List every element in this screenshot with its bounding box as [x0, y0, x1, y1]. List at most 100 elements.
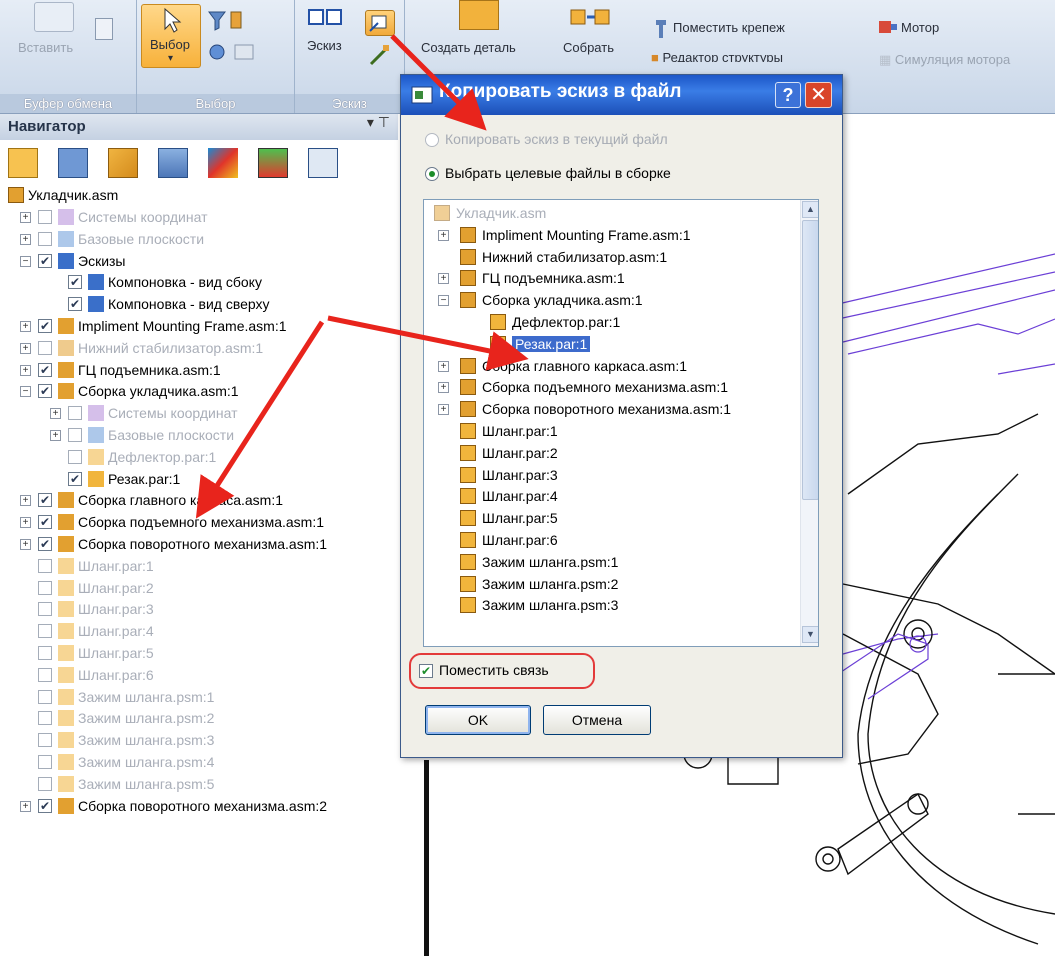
- motor-sim-button[interactable]: ▦ Симуляция мотора: [879, 52, 1010, 68]
- dialog-titlebar[interactable]: Копировать эскиз в файл ? ✕: [401, 75, 842, 115]
- assembly-icon: [58, 536, 74, 552]
- place-link-checkbox[interactable]: ✔: [419, 664, 433, 678]
- place-link-label: Поместить связь: [439, 662, 549, 678]
- motor-button[interactable]: Мотор: [901, 20, 939, 35]
- visibility-checkbox[interactable]: [38, 646, 52, 660]
- target-files-tree[interactable]: Укладчик.asm + Impliment Mounting Frame.as…: [423, 199, 819, 647]
- select-button[interactable]: Выбор ▾: [141, 4, 201, 68]
- expander-icon[interactable]: +: [438, 382, 449, 394]
- sketch-group-label: Эскиз: [295, 94, 404, 113]
- file-name: Сборка поворотного механизма.asm:1: [482, 401, 732, 418]
- visibility-checkbox[interactable]: ✔: [38, 515, 52, 530]
- expander-icon[interactable]: +: [20, 539, 31, 550]
- visibility-checkbox[interactable]: [38, 602, 52, 617]
- select-group: Выбор ▾ Выбор: [137, 0, 295, 113]
- visibility-checkbox[interactable]: ✔: [38, 362, 52, 377]
- structure-editor-button[interactable]: ■ Редактор структуры: [651, 50, 783, 62]
- expander-icon[interactable]: +: [438, 229, 449, 241]
- visibility-checkbox[interactable]: [38, 689, 52, 704]
- visibility-checkbox[interactable]: ✔: [38, 384, 52, 399]
- expander-icon[interactable]: −: [438, 295, 449, 307]
- expander-icon[interactable]: +: [20, 233, 31, 245]
- scroll-up-icon[interactable]: ▲: [802, 201, 818, 218]
- expander-icon[interactable]: +: [50, 430, 61, 441]
- file-name: Шланг.par:4: [482, 488, 558, 505]
- sketch-tool-icon[interactable]: [367, 42, 393, 68]
- clipboard-group: Вставить Буфер обмена: [0, 0, 137, 113]
- visibility-checkbox[interactable]: [38, 340, 52, 355]
- visibility-checkbox[interactable]: [68, 449, 82, 464]
- tree-item-label: Шланг.par:3: [78, 601, 154, 618]
- visibility-checkbox[interactable]: ✔: [38, 493, 52, 508]
- navigator-panel: Навигатор ▾ ⊤ Укладчик.asm + Системы коорд…: [0, 114, 398, 956]
- parts-icon[interactable]: [108, 148, 138, 178]
- sketch-icon[interactable]: [305, 4, 345, 34]
- expander-icon[interactable]: +: [20, 212, 31, 223]
- scroll-thumb[interactable]: [802, 220, 818, 500]
- base-planes-icon: [58, 230, 74, 247]
- close-button[interactable]: ✕: [805, 82, 832, 108]
- sketch-button[interactable]: Эскиз: [307, 38, 342, 53]
- visibility-checkbox[interactable]: [38, 580, 52, 595]
- expander-icon[interactable]: +: [50, 408, 61, 420]
- tree-item-label: Базовые плоскости: [78, 230, 205, 247]
- visibility-checkbox[interactable]: [68, 428, 82, 442]
- expander-icon[interactable]: +: [20, 517, 31, 529]
- visibility-checkbox[interactable]: [38, 711, 52, 726]
- visibility-checkbox[interactable]: ✔: [38, 253, 52, 268]
- visibility-checkbox[interactable]: [38, 231, 52, 246]
- ok-button[interactable]: OK: [425, 705, 531, 735]
- visibility-checkbox[interactable]: [38, 667, 52, 682]
- radio-current-file[interactable]: [425, 133, 439, 147]
- sheets-icon[interactable]: [158, 148, 188, 178]
- create-part-button[interactable]: Создать деталь: [421, 40, 516, 55]
- visibility-checkbox[interactable]: [38, 776, 52, 791]
- radio-target-files[interactable]: [425, 167, 439, 181]
- layers-icon[interactable]: [58, 148, 88, 178]
- cancel-button[interactable]: Отмена: [543, 705, 651, 735]
- cursor-icon: [164, 7, 182, 33]
- place-fastener-button[interactable]: Поместить крепеж: [673, 20, 785, 35]
- expander-icon[interactable]: −: [20, 386, 31, 398]
- assemble-button[interactable]: Собрать: [563, 40, 614, 55]
- visibility-checkbox[interactable]: ✔: [38, 798, 52, 813]
- select-tools-icon[interactable]: [207, 40, 267, 66]
- sensors-icon[interactable]: [308, 148, 338, 178]
- vertical-scrollbar[interactable]: ▲ ▼: [800, 200, 818, 646]
- expander-icon[interactable]: +: [20, 364, 31, 376]
- pin-icon[interactable]: ▾ ⊤: [367, 114, 390, 131]
- expander-icon[interactable]: +: [438, 404, 449, 416]
- expander-icon[interactable]: +: [20, 342, 31, 354]
- visibility-checkbox[interactable]: ✔: [68, 297, 82, 312]
- expander-icon[interactable]: +: [438, 273, 449, 285]
- scroll-down-icon[interactable]: ▼: [802, 626, 818, 643]
- paste-button[interactable]: Вставить: [18, 40, 73, 55]
- copy-sketch-button[interactable]: [365, 10, 395, 36]
- tree-item-label: Компоновка - вид сверху: [108, 296, 270, 313]
- expander-icon[interactable]: +: [438, 360, 449, 372]
- render-icon[interactable]: [208, 148, 238, 178]
- help-button[interactable]: ?: [775, 82, 801, 108]
- filter-icon[interactable]: [207, 8, 247, 34]
- visibility-checkbox[interactable]: [38, 210, 52, 224]
- tree-item-label: Дефлектор.par:1: [108, 448, 217, 465]
- visibility-checkbox[interactable]: [38, 558, 52, 573]
- file-tree-label: Шланг.par:4: [482, 485, 558, 507]
- assembly-tree-icon[interactable]: [8, 148, 38, 178]
- expander-icon[interactable]: +: [20, 495, 31, 507]
- part-icon: [460, 553, 476, 570]
- part-icon: [490, 335, 506, 352]
- expander-icon[interactable]: +: [20, 321, 31, 332]
- copy-icon[interactable]: [95, 18, 113, 40]
- simulation-icon[interactable]: [258, 148, 288, 178]
- expander-icon[interactable]: −: [20, 255, 31, 267]
- visibility-checkbox[interactable]: [38, 733, 52, 748]
- visibility-checkbox[interactable]: ✔: [68, 471, 82, 486]
- visibility-checkbox[interactable]: [38, 755, 52, 769]
- visibility-checkbox[interactable]: [68, 406, 82, 421]
- visibility-checkbox[interactable]: [38, 624, 52, 639]
- expander-icon[interactable]: +: [20, 800, 31, 812]
- visibility-checkbox[interactable]: ✔: [38, 319, 52, 333]
- visibility-checkbox[interactable]: ✔: [38, 537, 52, 551]
- visibility-checkbox[interactable]: ✔: [68, 275, 82, 290]
